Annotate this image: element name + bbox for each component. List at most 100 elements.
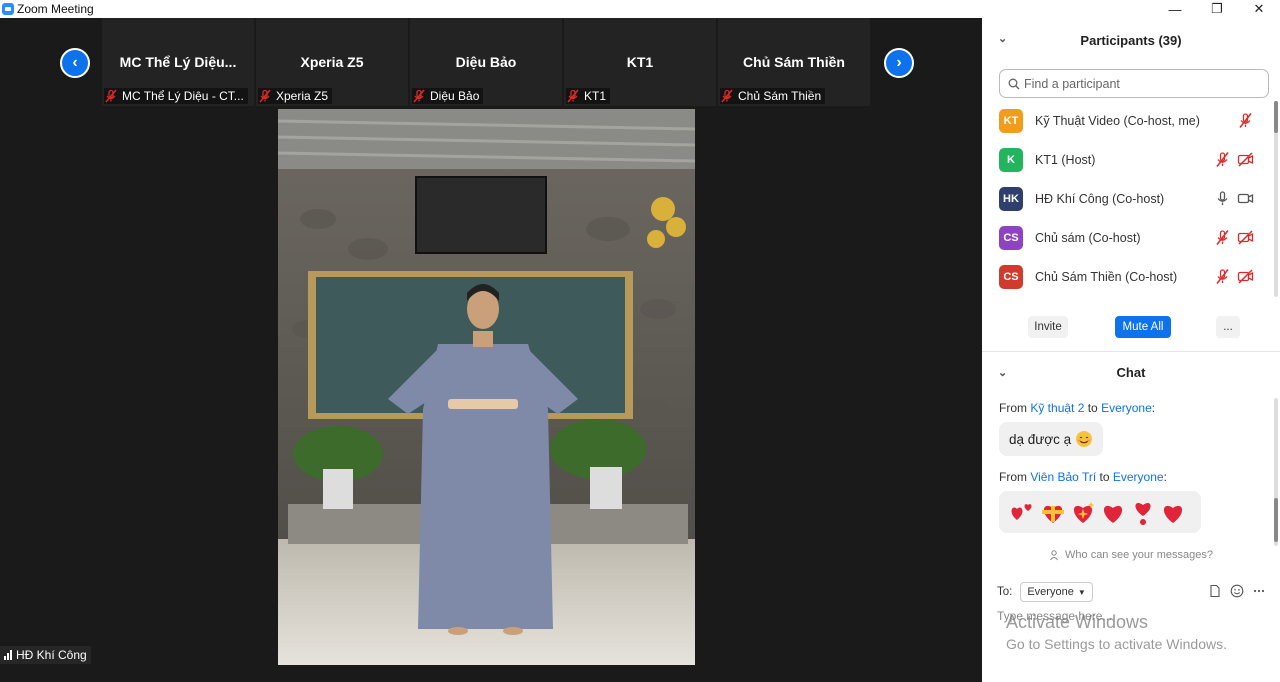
participant-list-scrollbar[interactable]: [1274, 101, 1278, 297]
mute-all-button[interactable]: Mute All: [1115, 316, 1171, 338]
collapse-chat-chevron-icon[interactable]: ⌄: [998, 366, 1007, 379]
message-sender[interactable]: Viên Bảo Trí: [1030, 470, 1096, 484]
speaker-video-frame: [278, 109, 695, 665]
mic-muted-icon[interactable]: [1214, 268, 1231, 285]
to-label: To:: [997, 586, 1013, 598]
participants-header: ⌄ Participants (39): [982, 18, 1280, 62]
video-icon[interactable]: [1237, 190, 1254, 207]
participant-search-input[interactable]: Find a participant: [999, 69, 1269, 98]
thumbnail-label-text: KT1: [584, 89, 607, 103]
minimize-button[interactable]: —: [1154, 0, 1196, 18]
video-off-icon[interactable]: [1237, 268, 1254, 285]
participant-row[interactable]: CS Chủ Sám Thiền (Co-host): [982, 257, 1280, 296]
people-icon: [1050, 550, 1058, 561]
message-suffix: :: [1151, 401, 1156, 415]
chat-message-bubble: [999, 491, 1201, 533]
thumbnail-name: Xperia Z5: [300, 54, 364, 70]
message-suffix: :: [1163, 470, 1167, 484]
red-heart-emoji-icon: [1163, 505, 1183, 523]
who-can-see-link[interactable]: Who can see your messages?: [982, 549, 1280, 564]
restore-button[interactable]: ❐: [1196, 0, 1238, 18]
video-off-icon[interactable]: [1237, 151, 1254, 168]
chat-message-text: dạ được ạ: [1009, 431, 1072, 447]
participant-name: Chủ sám (Co-host): [1035, 230, 1141, 245]
participant-row[interactable]: HK HĐ Khí Công (Co-host): [982, 179, 1280, 218]
thumbnail-label: KT1: [566, 88, 611, 104]
thumbnail-label-text: Diệu Bảo: [430, 89, 480, 103]
chevron-left-icon: ‹: [72, 54, 78, 71]
avatar: HK: [999, 186, 1023, 211]
previous-page-button[interactable]: ‹: [60, 48, 90, 78]
video-thumbnail[interactable]: Chủ Sám Thiền Chủ Sám Thiền: [718, 18, 870, 106]
video-thumbnail[interactable]: Xperia Z5 Xperia Z5: [256, 18, 408, 106]
two-hearts-emoji-icon: [1011, 504, 1032, 520]
message-from-prefix: From: [999, 470, 1031, 484]
search-icon: [1008, 78, 1020, 89]
thumbnail-strip: ‹ MC Thể Lý Diệu... MC Thể Lý Diệu - CT.…: [0, 18, 982, 108]
thumbnail-label: Diệu Bảo: [412, 88, 484, 104]
thumbnail-label: Chủ Sám Thiền: [720, 88, 826, 104]
chevron-right-icon: ›: [896, 54, 902, 71]
video-off-icon[interactable]: [1237, 229, 1254, 246]
chat-title: Chat: [1116, 364, 1146, 380]
emoji-picker-icon[interactable]: [1230, 584, 1244, 598]
message-recipient[interactable]: Everyone: [1101, 401, 1152, 415]
message-header: From Viên Bảo Trí to Everyone:: [999, 470, 1167, 484]
thumbnail-label-text: Chủ Sám Thiền: [738, 89, 822, 103]
avatar: KT: [999, 108, 1023, 133]
active-speaker-name: HĐ Khí Công: [16, 648, 87, 662]
message-to-word: to: [1096, 470, 1113, 484]
participant-row[interactable]: CS Chủ sám (Co-host): [982, 218, 1280, 257]
video-thumbnail[interactable]: Diệu Bảo Diệu Bảo: [410, 18, 562, 106]
mic-muted-icon[interactable]: [1214, 229, 1231, 246]
participant-row[interactable]: KT Kỹ Thuật Video (Co-host, me): [982, 101, 1280, 140]
who-can-see-text: Who can see your messages?: [1065, 549, 1213, 561]
message-from-prefix: From: [999, 401, 1031, 415]
chat-scrollbar[interactable]: [1274, 398, 1278, 546]
close-button[interactable]: ✕: [1238, 0, 1280, 18]
thumbnail-label: MC Thể Lý Diệu - CT...: [104, 88, 248, 104]
avatar: CS: [999, 264, 1023, 289]
participant-row[interactable]: K KT1 (Host): [982, 140, 1280, 179]
chevron-down-icon: ▼: [1077, 587, 1086, 597]
message-sender[interactable]: Kỹ thuật 2: [1030, 401, 1084, 415]
participant-name: HĐ Khí Công (Co-host): [1035, 191, 1165, 206]
zoom-logo-icon: [2, 3, 14, 15]
video-thumbnail[interactable]: MC Thể Lý Diệu... MC Thể Lý Diệu - CT...: [102, 18, 254, 106]
mic-muted-icon[interactable]: [1214, 151, 1231, 168]
more-icon[interactable]: [1252, 584, 1266, 598]
chat-message-input[interactable]: Type message here...: [997, 609, 1112, 623]
mic-muted-icon: [413, 89, 425, 103]
active-speaker-label: HĐ Khí Công: [0, 646, 91, 664]
more-options-button[interactable]: ...: [1216, 316, 1240, 338]
smiling-face-emoji-icon: [1076, 431, 1093, 447]
message-recipient[interactable]: Everyone: [1113, 470, 1164, 484]
recipient-select[interactable]: Everyone ▼: [1020, 582, 1093, 602]
recipient-row: To: Everyone ▼: [997, 582, 1093, 602]
next-page-button[interactable]: ›: [884, 48, 914, 78]
mic-muted-icon[interactable]: [1237, 112, 1254, 129]
participant-search-placeholder: Find a participant: [1024, 76, 1120, 91]
thumbnail-label-text: MC Thể Lý Diệu - CT...: [122, 89, 244, 103]
collapse-participants-chevron-icon[interactable]: ⌄: [998, 32, 1007, 45]
participants-title: Participants (39): [1080, 32, 1182, 48]
participant-name: Kỹ Thuật Video (Co-host, me): [1035, 113, 1200, 128]
mic-icon[interactable]: [1214, 190, 1231, 207]
video-thumbnail[interactable]: KT1 KT1: [564, 18, 716, 106]
file-share-icon[interactable]: [1208, 584, 1222, 598]
active-speaker-video: [278, 109, 695, 665]
thumbnail-name: MC Thể Lý Diệu...: [119, 54, 237, 70]
thumbnail-name: Diệu Bảo: [455, 54, 517, 70]
message-header: From Kỹ thuật 2 to Everyone:: [999, 401, 1155, 415]
participant-name: Chủ Sám Thiền (Co-host): [1035, 269, 1178, 284]
chat-message-bubble: dạ được ạ: [999, 422, 1104, 456]
heart-exclamation-emoji-icon: [1135, 503, 1151, 525]
thumbnail-label-text: Xperia Z5: [276, 89, 329, 103]
red-heart-emoji-icon: [1103, 505, 1123, 523]
video-area: ‹ MC Thể Lý Diệu... MC Thể Lý Diệu - CT.…: [0, 18, 982, 682]
heart-with-ribbon-emoji-icon: [1042, 505, 1064, 523]
thumbnail-name: Chủ Sám Thiền: [743, 54, 845, 70]
invite-button[interactable]: Invite: [1028, 316, 1068, 338]
title-bar: Zoom Meeting — ❐ ✕: [0, 0, 1280, 18]
audio-level-icon: [4, 650, 12, 660]
